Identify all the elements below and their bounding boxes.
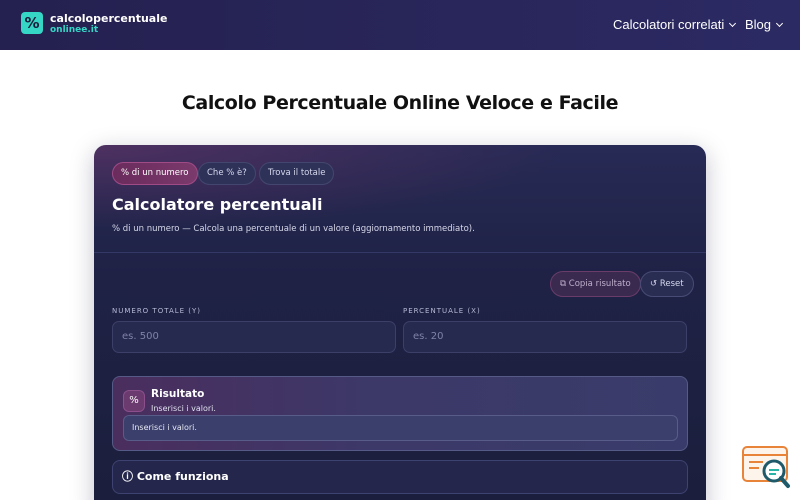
tab-what-percent[interactable]: Che % è? (198, 162, 256, 185)
copy-icon: ⧉ (560, 279, 567, 289)
result-title: Risultato (151, 388, 205, 400)
top-navbar: % calcolopercentuale onlinee.it Calcolat… (0, 0, 800, 50)
calculator-card: % di un numero Che % è? Trova il totale … (94, 145, 706, 500)
copy-result-label: Copia risultato (568, 279, 631, 289)
reset-label: Reset (659, 279, 684, 289)
total-number-input[interactable]: es. 500 (112, 321, 396, 353)
divider (94, 252, 706, 253)
tab-find-total[interactable]: Trova il totale (259, 162, 335, 185)
page-title: Calcolo Percentuale Online Veloce e Faci… (181, 92, 619, 114)
total-number-label: NUMERO TOTALE (Y) (112, 307, 202, 315)
percentage-placeholder: es. 20 (413, 331, 444, 342)
reset-button[interactable]: ↺ Reset (640, 271, 694, 297)
total-number-placeholder: es. 500 (122, 331, 159, 342)
how-it-works-title: Come funziona (136, 470, 229, 483)
result-icon: % (123, 390, 145, 412)
calculator-description: % di un numero — Calcola una percentuale… (112, 224, 475, 234)
brand-name[interactable]: calcolopercentuale onlinee.it (50, 12, 168, 35)
chevron-down-icon (729, 19, 737, 28)
reset-icon: ↺ (650, 279, 658, 289)
how-it-works-toggle[interactable]: ⓘ Come funziona (112, 460, 688, 494)
logo-icon[interactable]: % (21, 12, 43, 34)
calculator-title: Calcolatore percentuali (112, 195, 323, 214)
result-subtitle: Inserisci i valori. (151, 404, 216, 413)
result-output: Inserisci i valori. (123, 415, 678, 441)
result-panel: % Risultato Inserisci i valori. Inserisc… (112, 376, 688, 451)
percentage-input[interactable]: es. 20 (403, 321, 687, 353)
info-icon: ⓘ (122, 470, 133, 483)
percentage-label: PERCENTUALE (X) (403, 307, 481, 315)
copy-result-button[interactable]: ⧉ Copia risultato (550, 271, 641, 297)
nav-item-calcolatori-correlati[interactable]: Calcolatori correlati (613, 17, 737, 32)
search-code-icon (742, 446, 790, 488)
tab-percent-of-number[interactable]: % di un numero (112, 162, 198, 185)
brand-line-2: onlinee.it (50, 25, 99, 35)
floating-help-widget[interactable] (741, 445, 791, 491)
nav-label: Blog (745, 17, 772, 32)
chevron-down-icon (775, 19, 784, 28)
brand-line-1: calcolopercentuale (50, 12, 168, 25)
nav-item-blog[interactable]: Blog (745, 17, 784, 32)
nav-label: Calcolatori correlati (613, 17, 725, 32)
